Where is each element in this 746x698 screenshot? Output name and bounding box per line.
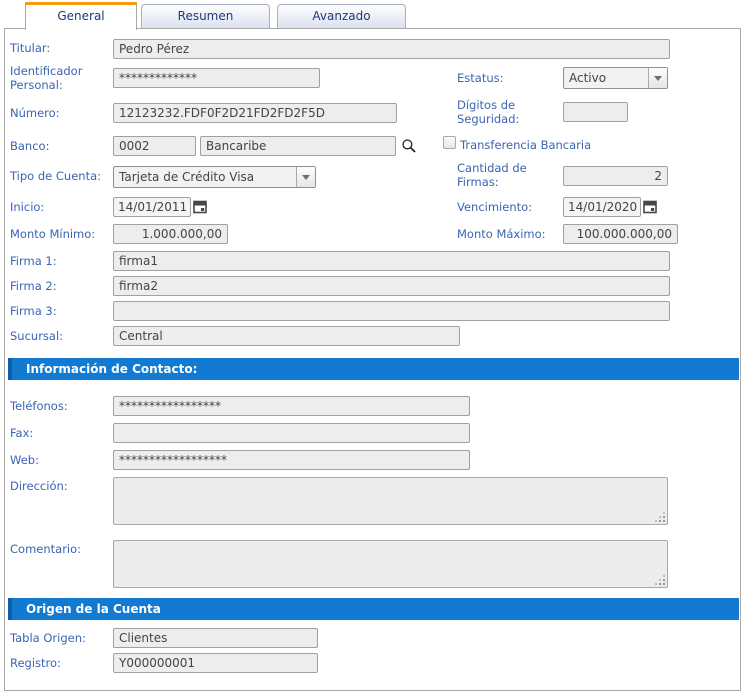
account-form-window: General Resumen Avanzado Titular: Identi… bbox=[0, 0, 746, 698]
tipo-cuenta-dropdown-button[interactable] bbox=[296, 167, 315, 187]
search-icon bbox=[401, 138, 417, 154]
vencimiento-label: Vencimiento: bbox=[457, 200, 555, 214]
digitos-label: Dígitos de Seguridad: bbox=[457, 98, 555, 126]
estatus-label: Estatus: bbox=[457, 71, 555, 85]
sucursal-label: Sucursal: bbox=[10, 329, 108, 343]
banco-code-input[interactable] bbox=[113, 136, 196, 156]
tab-resumen-label: Resumen bbox=[178, 9, 234, 23]
registro-input[interactable] bbox=[113, 653, 318, 673]
identificador-input[interactable] bbox=[113, 68, 320, 88]
tabla-origen-input[interactable] bbox=[113, 628, 318, 648]
fax-label: Fax: bbox=[10, 426, 108, 440]
calendar-icon bbox=[193, 199, 207, 214]
banco-search-button[interactable] bbox=[401, 138, 417, 154]
digitos-input[interactable] bbox=[563, 102, 628, 122]
titular-label: Titular: bbox=[10, 41, 108, 55]
telefonos-label: Teléfonos: bbox=[10, 399, 108, 413]
comentario-textarea[interactable] bbox=[113, 540, 668, 588]
tipo-cuenta-value: Tarjeta de Crédito Visa bbox=[114, 170, 296, 184]
inicio-date-input[interactable] bbox=[113, 197, 191, 217]
resize-grip-icon[interactable] bbox=[663, 583, 665, 585]
transferencia-label: Transferencia Bancaria bbox=[460, 138, 591, 152]
firma2-input[interactable] bbox=[113, 276, 670, 296]
tab-avanzado-label: Avanzado bbox=[312, 9, 370, 23]
cantidad-firmas-label: Cantidad de Firmas: bbox=[457, 161, 555, 189]
tab-general[interactable]: General bbox=[25, 2, 137, 30]
firma1-input[interactable] bbox=[113, 251, 670, 271]
vencimiento-date-input[interactable] bbox=[563, 197, 641, 217]
direccion-textarea[interactable] bbox=[113, 477, 668, 525]
inicio-calendar-button[interactable] bbox=[193, 199, 207, 214]
resize-grip-icon[interactable] bbox=[663, 520, 665, 522]
sucursal-input[interactable] bbox=[113, 326, 460, 346]
tab-avanzado[interactable]: Avanzado bbox=[277, 4, 406, 28]
chevron-down-icon bbox=[654, 76, 662, 81]
tab-resumen[interactable]: Resumen bbox=[141, 4, 270, 28]
cantidad-firmas-input[interactable] bbox=[563, 166, 668, 186]
telefonos-input[interactable] bbox=[113, 396, 470, 416]
direccion-label: Dirección: bbox=[10, 479, 108, 493]
section-header-origen: Origen de la Cuenta bbox=[8, 598, 739, 620]
transferencia-checkbox[interactable] bbox=[443, 136, 456, 149]
numero-input[interactable] bbox=[113, 103, 397, 123]
section-header-contacto: Información de Contacto: bbox=[8, 358, 739, 380]
monto-minimo-input[interactable] bbox=[113, 224, 228, 244]
numero-label: Número: bbox=[10, 106, 108, 120]
estatus-dropdown-button[interactable] bbox=[648, 68, 667, 88]
web-label: Web: bbox=[10, 453, 108, 467]
vencimiento-calendar-button[interactable] bbox=[643, 199, 657, 214]
registro-label: Registro: bbox=[10, 656, 108, 670]
inicio-label: Inicio: bbox=[10, 200, 108, 214]
monto-maximo-input[interactable] bbox=[563, 224, 678, 244]
firma1-label: Firma 1: bbox=[10, 254, 108, 268]
chevron-down-icon bbox=[302, 175, 310, 180]
estatus-dropdown[interactable]: Activo bbox=[563, 67, 668, 89]
identificador-label: Identificador Personal: bbox=[10, 64, 108, 92]
titular-input[interactable] bbox=[113, 39, 670, 59]
firma3-input[interactable] bbox=[113, 301, 670, 321]
banco-label: Banco: bbox=[10, 139, 108, 153]
firma3-label: Firma 3: bbox=[10, 304, 108, 318]
monto-minimo-label: Monto Mínimo: bbox=[10, 227, 112, 241]
fax-input[interactable] bbox=[113, 423, 470, 443]
tab-general-label: General bbox=[57, 9, 104, 23]
calendar-icon bbox=[643, 199, 657, 214]
web-input[interactable] bbox=[113, 450, 470, 470]
tipo-cuenta-dropdown[interactable]: Tarjeta de Crédito Visa bbox=[113, 166, 316, 188]
tipo-cuenta-label: Tipo de Cuenta: bbox=[10, 169, 112, 183]
comentario-label: Comentario: bbox=[10, 542, 108, 556]
monto-maximo-label: Monto Máximo: bbox=[457, 227, 559, 241]
tabla-origen-label: Tabla Origen: bbox=[10, 631, 108, 645]
estatus-value: Activo bbox=[564, 71, 648, 85]
firma2-label: Firma 2: bbox=[10, 279, 108, 293]
banco-name-input[interactable] bbox=[200, 136, 396, 156]
